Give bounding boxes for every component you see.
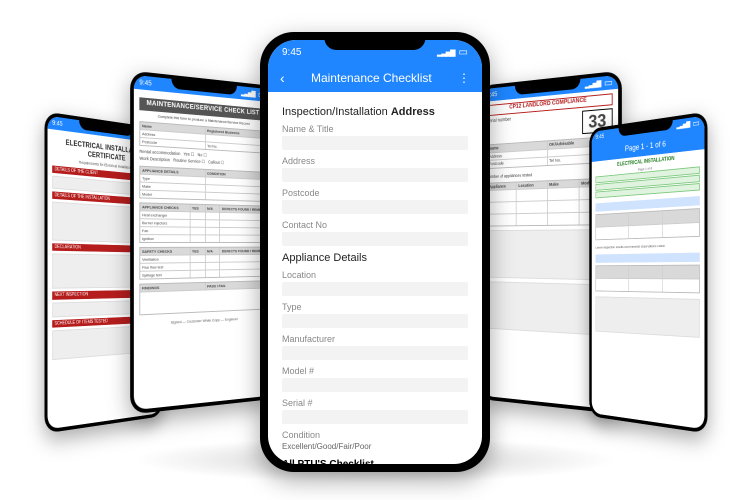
serial-label: Serial number <box>487 116 511 124</box>
text-input[interactable] <box>282 346 468 360</box>
section-address-title: Inspection/Installation Address <box>282 106 468 118</box>
footer-section-title: All PTU'S Checklist <box>282 459 468 464</box>
background-phone-service-checklist: 9:45 MAINTENANCE/SERVICE CHECK LIST Comp… <box>130 70 273 414</box>
header-title: Maintenance Checklist <box>311 71 432 85</box>
back-icon[interactable] <box>280 70 285 86</box>
field-label: Model # <box>282 366 468 376</box>
app-header: Maintenance Checklist <box>268 64 482 92</box>
background-phone-page1of6: 9:45 Page 1 - 1 of 6 ELECTRICAL INSTALLA… <box>589 111 707 433</box>
text-input[interactable] <box>282 232 468 246</box>
status-time: 9:45 <box>139 79 151 87</box>
signal-icon <box>676 121 689 130</box>
field-value: Excellent/Good/Fair/Poor <box>282 442 468 451</box>
field-label: Type <box>282 302 468 312</box>
field-label: Name & Title <box>282 124 468 134</box>
section-appliance-title: Appliance Details <box>282 252 468 264</box>
signal-icon <box>241 89 255 98</box>
field-label: Postcode <box>282 188 468 198</box>
text-input[interactable] <box>282 378 468 392</box>
field-label: Location <box>282 270 468 280</box>
doc-footer: Signed — Customer White Copy — Engineer <box>139 315 265 326</box>
signal-icon <box>585 80 601 89</box>
main-phone: 9:45 Maintenance Checklist Inspection/In… <box>260 32 490 472</box>
field-label: Condition <box>282 430 468 440</box>
battery-icon <box>459 47 468 58</box>
text-input[interactable] <box>282 410 468 424</box>
signal-icon <box>437 47 455 58</box>
text-input[interactable] <box>282 168 468 182</box>
status-time: 9:45 <box>596 133 605 140</box>
field-label: Manufacturer <box>282 334 468 344</box>
status-time: 9:45 <box>52 120 62 128</box>
status-time: 9:45 <box>282 47 301 58</box>
notch <box>324 32 425 50</box>
field-label: Serial # <box>282 398 468 408</box>
battery-icon <box>604 77 613 89</box>
battery-icon <box>693 118 700 129</box>
text-input[interactable] <box>282 282 468 296</box>
field-label: Contact No <box>282 220 468 230</box>
field-label: Address <box>282 156 468 166</box>
text-input[interactable] <box>282 200 468 214</box>
text-input[interactable] <box>282 314 468 328</box>
menu-icon[interactable] <box>458 71 470 85</box>
text-input[interactable] <box>282 136 468 150</box>
